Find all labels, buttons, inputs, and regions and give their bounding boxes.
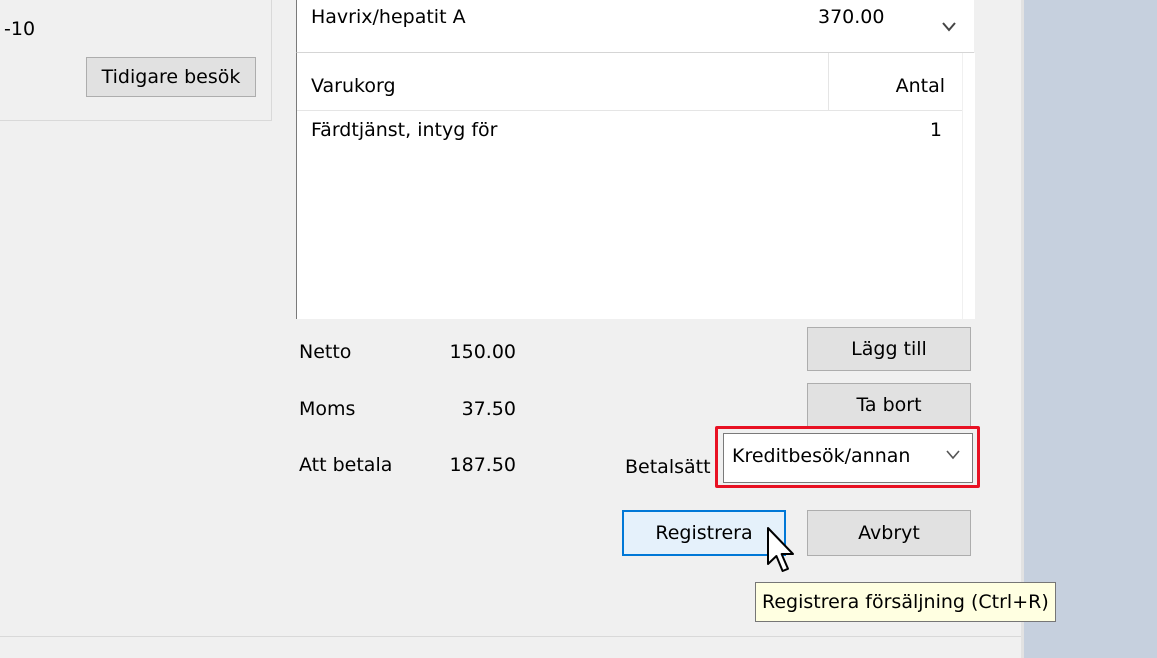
mouse-cursor-icon [767, 527, 794, 572]
left-panel: -10 Tidigare besök [0, 0, 272, 121]
previous-visits-button[interactable]: Tidigare besök [86, 57, 256, 97]
service-price: 370.00 [818, 6, 885, 28]
chevron-down-icon[interactable] [942, 22, 956, 32]
column-header-qty[interactable]: Antal [896, 75, 945, 97]
basket-item-name: Färdtjänst, intyg för [311, 119, 498, 141]
att-betala-value: 187.50 [449, 454, 516, 476]
moms-label: Moms [299, 398, 356, 420]
netto-value: 150.00 [449, 341, 516, 363]
basket-item-qty: 1 [929, 119, 942, 141]
truncated-text: -10 [4, 18, 36, 40]
window-edge [1021, 0, 1024, 658]
netto-label: Netto [299, 341, 352, 363]
divider [0, 636, 1021, 637]
service-dropdown[interactable]: Havrix/hepatit A 370.00 ... . . . . . .. [296, 0, 974, 52]
att-betala-label: Att betala [299, 454, 393, 476]
moms-value: 37.50 [461, 398, 516, 420]
clipped-next-item: ... . . . . . .. [311, 38, 440, 52]
basket-list[interactable]: Varukorg Antal Färdtjänst, intyg för 1 [296, 52, 975, 319]
background-window [1024, 0, 1157, 658]
payment-method-label: Betalsätt [625, 456, 711, 478]
vertical-scrollbar[interactable] [962, 53, 975, 319]
cancel-button[interactable]: Avbryt [807, 510, 971, 556]
basket-header: Varukorg Antal [297, 53, 962, 111]
highlight-box [715, 426, 980, 488]
register-button[interactable]: Registrera [622, 510, 786, 556]
remove-button[interactable]: Ta bort [807, 383, 971, 427]
service-name: Havrix/hepatit A [311, 6, 466, 28]
add-button[interactable]: Lägg till [807, 327, 971, 371]
tooltip-text: Registrera försäljning (Ctrl+R) [762, 591, 1049, 613]
column-separator[interactable] [828, 53, 829, 110]
tooltip: Registrera försäljning (Ctrl+R) [755, 582, 1056, 622]
column-header-name[interactable]: Varukorg [311, 75, 396, 97]
